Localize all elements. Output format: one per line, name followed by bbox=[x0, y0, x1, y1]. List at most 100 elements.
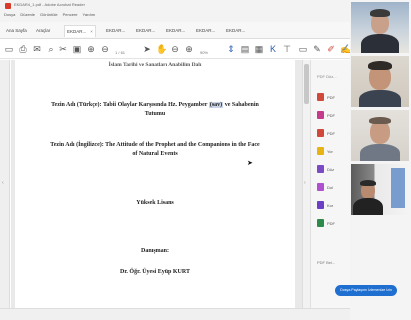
export-pdf-icon bbox=[317, 93, 324, 101]
edit-pdf-icon bbox=[317, 129, 324, 137]
title-bar: EKDAR4_1.pdf - Adobe Acrobat Reader Dosy… bbox=[0, 0, 350, 22]
thesis-title-turkish-part2: ve Sahabenin bbox=[224, 102, 259, 108]
scissors-icon[interactable]: ✂ bbox=[58, 43, 68, 55]
tool-create-pdf[interactable]: PDF bbox=[317, 108, 335, 122]
thesis-title-turkish-continued: Tutumu bbox=[144, 111, 166, 117]
degree-label: Yüksek Lisans bbox=[136, 200, 174, 206]
page-up-icon[interactable]: ⊕ bbox=[86, 43, 96, 55]
close-tab-icon[interactable]: × bbox=[90, 29, 93, 34]
tool-label: PDF bbox=[327, 220, 335, 226]
participant-hair bbox=[360, 180, 376, 186]
scroll-mode-icon[interactable]: ▤ bbox=[240, 43, 250, 55]
tool-label: PDF bbox=[327, 130, 335, 136]
tab-document[interactable]: EKDAR... bbox=[134, 25, 157, 37]
email-icon[interactable]: ✉ bbox=[32, 43, 42, 55]
scrollbar-thumb[interactable] bbox=[304, 64, 309, 104]
page-current: 1 bbox=[114, 50, 118, 55]
fill-sign-icon bbox=[317, 183, 324, 191]
organize-pages-icon bbox=[317, 165, 324, 173]
tab-home[interactable]: Ana Sayfa bbox=[4, 25, 29, 37]
status-bar bbox=[0, 308, 350, 320]
share-notification-bubble[interactable]: Dosya Paylaşımı İzlemenize İzin bbox=[335, 285, 397, 296]
pen-icon[interactable]: ✎ bbox=[312, 43, 322, 55]
menu-file[interactable]: Dosya bbox=[4, 12, 15, 20]
collapse-right-pane-icon[interactable]: › bbox=[304, 180, 306, 186]
create-pdf-icon bbox=[317, 111, 324, 119]
tool-fill-sign[interactable]: Dol bbox=[317, 180, 333, 194]
participant-body bbox=[361, 34, 399, 53]
page-number[interactable]: 1 / 61 bbox=[112, 47, 128, 59]
page-thumbnail-icon[interactable]: ▣ bbox=[72, 43, 82, 55]
save-icon[interactable]: ▭ bbox=[4, 43, 14, 55]
pdf-page: İslam Tarihi ve Sanatları Anabilim Dalı … bbox=[15, 60, 295, 308]
zoom-in-icon[interactable]: ⊕ bbox=[184, 43, 194, 55]
zoom-level[interactable]: 90% bbox=[196, 47, 212, 59]
tab-document[interactable]: EKDAR... bbox=[194, 25, 217, 37]
print-icon[interactable]: ⎙ bbox=[18, 43, 28, 55]
page-total: / 61 bbox=[118, 50, 126, 55]
participant-body bbox=[360, 144, 400, 161]
participant-video-tile[interactable] bbox=[351, 2, 409, 53]
participant-video-tile[interactable] bbox=[351, 56, 409, 107]
tab-document-active[interactable]: EKDAR... × bbox=[64, 25, 96, 37]
participant-video-tile[interactable] bbox=[351, 110, 409, 161]
expand-left-pane-icon[interactable]: ‹ bbox=[2, 180, 4, 186]
tool-label: Düz bbox=[327, 166, 335, 172]
tab-document[interactable]: EKDAR... bbox=[224, 25, 247, 37]
participant-video-tile[interactable] bbox=[351, 164, 409, 215]
tab-label: EKDAR... bbox=[67, 29, 87, 34]
stamp-icon[interactable]: ⊤ bbox=[282, 43, 292, 55]
comment-icon bbox=[317, 147, 324, 155]
tool-label: Yor bbox=[327, 148, 333, 154]
vertical-scrollbar[interactable]: › bbox=[302, 60, 310, 308]
participant-body bbox=[353, 198, 383, 215]
document-viewport[interactable]: İslam Tarihi ve Sanatları Anabilim Dalı … bbox=[11, 60, 302, 308]
participant-hair bbox=[369, 117, 391, 124]
sign-icon[interactable]: ✍ bbox=[340, 43, 351, 55]
tab-document[interactable]: EKDAR... bbox=[164, 25, 187, 37]
highlight-icon[interactable]: ✐ bbox=[326, 43, 336, 55]
tab-tools[interactable]: Araçlar bbox=[34, 25, 52, 37]
tool-export-pdf[interactable]: PDF bbox=[317, 90, 335, 104]
thesis-title-english-continued: of Natural Events bbox=[132, 151, 178, 157]
thesis-title-turkish: Tezin Adı (Türkçe): Tabii Olaylar Karşıs… bbox=[15, 102, 295, 108]
zoom-out-icon[interactable]: ⊖ bbox=[170, 43, 180, 55]
text-select-icon[interactable]: K bbox=[268, 43, 278, 55]
tool-protect[interactable]: Kor bbox=[317, 198, 333, 212]
acrobat-logo-icon bbox=[5, 3, 11, 9]
tab-bar: Ana Sayfa Araçlar EKDAR... × EKDAR... EKD… bbox=[0, 22, 350, 39]
tool-organize[interactable]: Düz bbox=[317, 162, 334, 176]
highlighted-text[interactable]: (sav) bbox=[208, 102, 224, 108]
menu-bar: Dosya Düzenle Görüntüle Pencere Yardım bbox=[4, 12, 95, 20]
toolbar: ▭ ⎙ ✉ ⌕ ✂ ▣ ⊕ ⊖ 1 / 61 ➤ ✋ ⊖ ⊕ 90% ⇕ ▤ ▦… bbox=[0, 39, 351, 59]
select-cursor-icon[interactable]: ➤ bbox=[142, 43, 152, 55]
advisor-name: Dr. Öğr. Üyesi Eyüp KURT bbox=[119, 269, 191, 275]
comment-icon[interactable]: ▭ bbox=[298, 43, 308, 55]
fit-page-icon[interactable]: ⇕ bbox=[226, 43, 236, 55]
thesis-title-english: Tezin Adı (İngilizce): The Attitude of t… bbox=[50, 142, 260, 148]
rotate-icon[interactable]: ▦ bbox=[254, 43, 264, 55]
tab-document[interactable]: EKDAR... bbox=[104, 25, 127, 37]
mouse-cursor-icon: ➤ bbox=[247, 160, 253, 167]
left-navigation-pane[interactable]: ‹ bbox=[0, 60, 10, 308]
participant-hair bbox=[368, 61, 392, 70]
menu-help[interactable]: Yardım bbox=[83, 12, 96, 20]
protect-shield-icon bbox=[317, 201, 324, 209]
hand-tool-icon[interactable]: ✋ bbox=[156, 43, 167, 55]
tool-edit-pdf[interactable]: PDF bbox=[317, 126, 335, 140]
tool-label: Kor bbox=[327, 202, 334, 208]
tool-comment[interactable]: Yor bbox=[317, 144, 333, 158]
participant-body bbox=[359, 90, 401, 107]
menu-edit[interactable]: Düzenle bbox=[20, 12, 35, 20]
page-down-icon[interactable]: ⊖ bbox=[100, 43, 110, 55]
tool-combine[interactable]: PDF bbox=[317, 216, 335, 230]
tool-label: PDF bbox=[327, 112, 335, 118]
department-line: İslam Tarihi ve Sanatları Anabilim Dalı bbox=[108, 62, 202, 68]
thesis-title-turkish-part1: Tezin Adı (Türkçe): Tabii Olaylar Karşıs… bbox=[51, 102, 208, 108]
video-participants-panel bbox=[350, 0, 411, 320]
menu-view[interactable]: Görüntüle bbox=[40, 12, 58, 20]
participant-hair bbox=[370, 9, 390, 17]
menu-window[interactable]: Pencere bbox=[63, 12, 78, 20]
search-icon[interactable]: ⌕ bbox=[46, 43, 56, 55]
advisor-label: Danışman: bbox=[140, 248, 169, 254]
